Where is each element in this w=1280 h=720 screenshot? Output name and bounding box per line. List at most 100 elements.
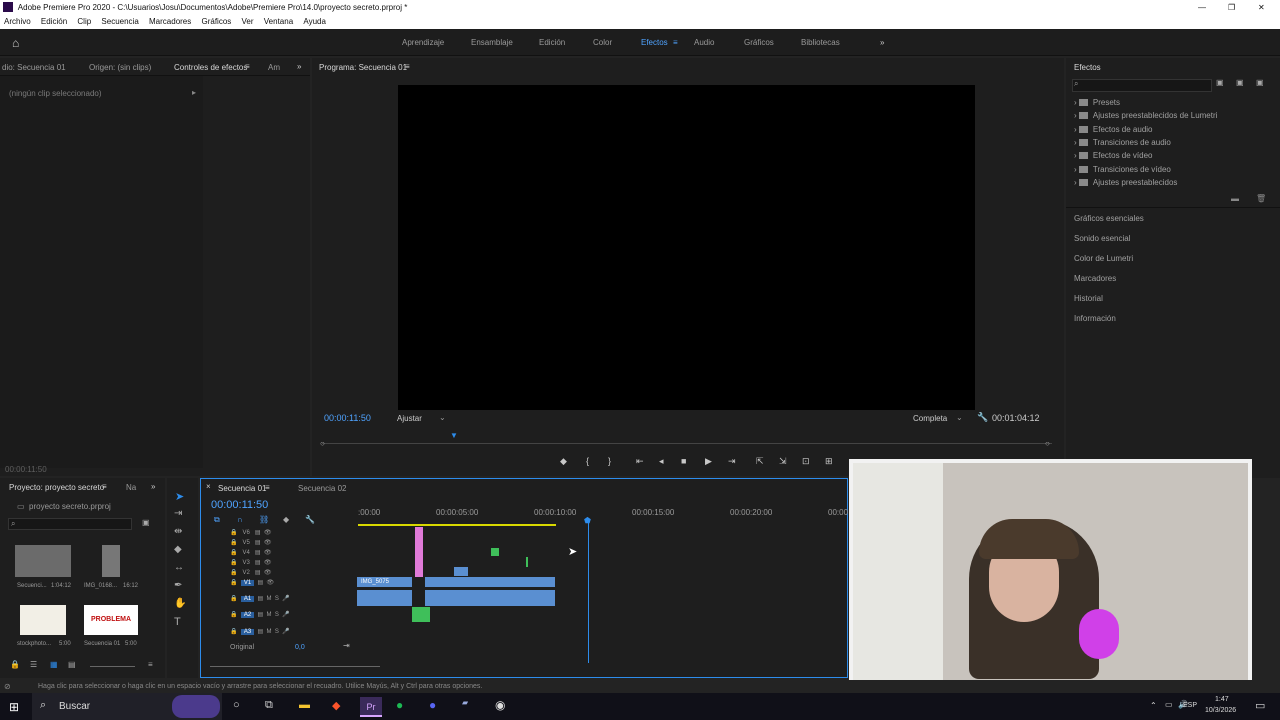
notepad-icon[interactable]: ▰ [462,698,468,707]
language-indicator[interactable]: ESP [1183,702,1197,709]
project-menu-icon[interactable]: ≡ [102,482,107,491]
graphic-clip[interactable] [415,527,423,577]
workspace-edicion[interactable]: Edición [539,38,565,47]
hand-tool-icon[interactable]: ✋ [174,598,186,609]
scrub-start-handle[interactable]: ○ [320,439,325,448]
workspace-bibliotecas[interactable]: Bibliotecas [801,38,840,47]
network-icon[interactable]: ▭ [1165,700,1173,709]
video-preview[interactable] [398,85,975,410]
close-button[interactable]: ✕ [1258,0,1265,15]
go-to-in-icon[interactable]: ⇤ [636,456,644,467]
effects-item-video-effects[interactable]: › Efectos de vídeo [1074,151,1153,160]
work-area-bar[interactable] [358,524,556,526]
list-view-icon[interactable]: ☰ [30,660,37,669]
track-v3[interactable]: 🔒 V3 ▤ 👁 [230,559,271,566]
thumbnail-problema[interactable]: PROBLEMA [84,605,138,635]
mark-in-icon[interactable]: { [586,456,589,466]
panel-info[interactable]: Información [1074,314,1116,323]
thumbnail-sequence[interactable] [15,545,71,577]
effects-search-input[interactable] [1072,79,1212,92]
program-menu-icon[interactable]: ≡ [405,62,410,71]
track-a2[interactable]: 🔒 A2 ▤ M S 🎤 [230,611,290,618]
timeline-end-icon[interactable]: ⇥ [343,641,350,650]
add-marker-icon[interactable]: ◆ [283,515,289,524]
close-tab-icon[interactable]: × [206,482,211,491]
effects-item-audio-transitions[interactable]: › Transiciones de audio [1074,138,1171,147]
export-frame-icon[interactable]: ⊡ [802,456,810,467]
effects-item-presets-2[interactable]: › Ajustes preestablecidos [1074,178,1177,187]
track-v4[interactable]: 🔒 V4 ▤ 👁 [230,549,271,556]
timeline-playhead[interactable] [588,519,589,663]
tab-effect-controls[interactable]: Controles de efectos [174,63,247,72]
fit-chevron-down-icon[interactable]: ⌄ [439,413,446,422]
snap-icon[interactable]: ∩ [237,515,243,524]
discord-icon[interactable]: ● [429,698,436,712]
slip-tool-icon[interactable]: ↔ [174,562,184,573]
panel-essential-sound[interactable]: Sonido esencial [1074,234,1130,243]
effects-item-audio-effects[interactable]: › Efectos de audio [1074,125,1153,134]
menu-edicion[interactable]: Edición [41,17,67,26]
add-marker-icon[interactable]: ◆ [560,456,567,467]
clock-time[interactable]: 1:47 [1215,696,1229,703]
tab-sequence-02[interactable]: Secuencia 02 [298,484,346,493]
nest-toggle-icon[interactable]: ⧉ [214,515,220,525]
accelerated-effects-icon[interactable]: ▣ [1236,78,1244,87]
premiere-pro-icon[interactable]: Pr [360,697,382,717]
tab-project[interactable]: Proyecto: proyecto secreto [9,483,104,492]
compare-icon[interactable]: ⊞ [825,456,833,467]
mark-out-icon[interactable]: } [608,456,611,466]
tab-name[interactable]: Na [126,483,136,492]
program-timecode[interactable]: 00:00:11:50 [324,413,371,423]
effect-controls-menu-icon[interactable]: ≡ [245,62,250,71]
thumbnail-stockphoto[interactable] [20,605,66,635]
playhead-icon[interactable]: ⬟ [584,516,591,525]
audio-clip-a1b[interactable] [425,590,555,606]
workspace-menu-icon[interactable]: ≡ [673,38,678,47]
workspace-aprendizaje[interactable]: Aprendizaje [402,38,444,47]
more-tabs-icon[interactable]: » [297,62,301,71]
linked-selection-icon[interactable]: ⛓ [259,515,269,524]
track-select-tool-icon[interactable]: ⇥ [174,508,182,519]
spotify-icon[interactable]: ● [396,698,403,712]
tab-sequence-01[interactable]: Secuencia 01 [218,484,266,493]
effects-item-video-transitions[interactable]: › Transiciones de vídeo [1074,165,1171,174]
ripple-edit-tool-icon[interactable]: ⇹ [174,526,182,537]
trash-icon[interactable]: 🗑 [1256,194,1266,203]
workspace-efectos[interactable]: Efectos [641,38,668,47]
selection-tool-icon[interactable]: ➤ [175,490,184,503]
track-v1[interactable]: 🔒 V1 ▤ 👁 [230,579,274,586]
panel-history[interactable]: Historial [1074,294,1103,303]
project-search-input[interactable] [8,518,132,530]
new-search-bin-icon[interactable]: ▣ [142,518,150,527]
track-v2[interactable]: 🔒 V2 ▤ 👁 [230,569,271,576]
workspace-graficos[interactable]: Gráficos [744,38,774,47]
effects-item-lumetri[interactable]: › Ajustes preestablecidos de Lumetri [1074,111,1217,120]
stop-icon[interactable]: ■ [681,456,686,466]
menu-archivo[interactable]: Archivo [4,17,31,26]
menu-graficos[interactable]: Gráficos [202,17,232,26]
lift-icon[interactable]: ⇱ [756,456,764,467]
track-a1[interactable]: 🔒 A1 ▤ M S 🎤 [230,595,290,602]
quality-dropdown[interactable]: Completa [913,414,947,423]
menu-clip[interactable]: Clip [77,17,91,26]
yuv-effects-icon[interactable]: ▣ [1256,78,1264,87]
workspace-color[interactable]: Color [593,38,612,47]
home-icon[interactable]: ⌂ [12,36,19,50]
video-clip-v1[interactable] [425,577,555,587]
timeline-timecode[interactable]: 00:00:11:50 [211,499,268,511]
video-clip-img5075[interactable]: IMG_5075 [357,577,412,587]
menu-secuencia[interactable]: Secuencia [101,17,138,26]
more-workspaces-icon[interactable]: » [880,38,884,47]
menu-ventana[interactable]: Ventana [264,17,293,26]
clock-date[interactable]: 10/3/2026 [1205,707,1236,714]
extract-icon[interactable]: ⇲ [779,456,787,467]
wrench-icon[interactable]: 🔧 [977,412,988,423]
task-view-icon[interactable]: ⧉ [265,699,273,712]
video-clip-v2[interactable] [454,567,468,576]
timeline-settings-icon[interactable]: 🔧 [305,515,315,524]
fit-dropdown[interactable]: Ajustar [397,414,422,423]
tab-source[interactable]: Origen: (sin clips) [89,63,151,72]
playhead-icon[interactable]: ▼ [450,431,458,440]
graphic-clip-green[interactable] [491,548,499,556]
panel-lumetri-color[interactable]: Color de Lumetri [1074,254,1133,263]
